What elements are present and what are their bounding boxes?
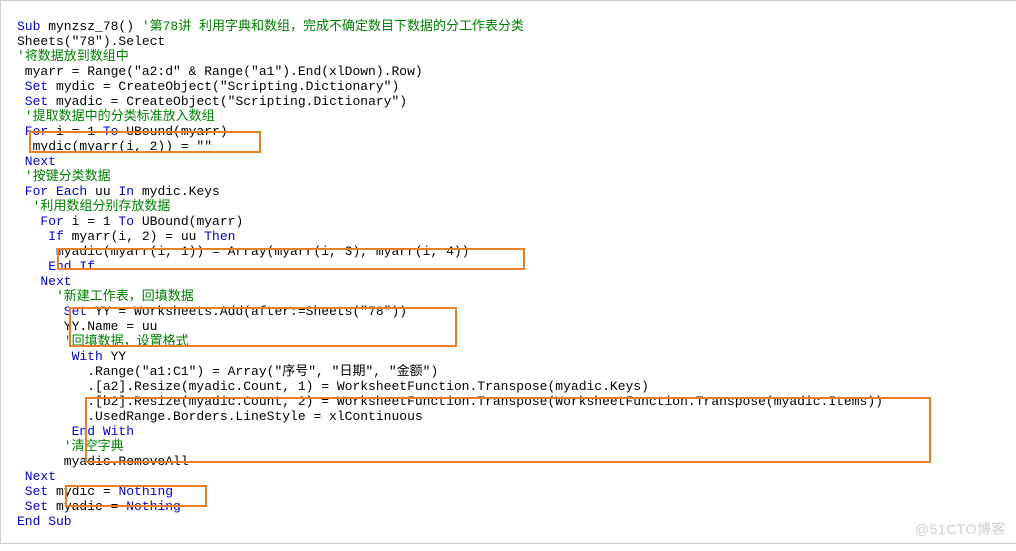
code-line: .Range("a1:C1") = Array("序号", "日期", "金额"…: [17, 364, 438, 379]
code-line: End With: [17, 424, 134, 439]
code-line: .UsedRange.Borders.LineStyle = xlContinu…: [17, 409, 423, 424]
code-line: For i = 1 To UBound(myarr): [17, 214, 243, 229]
comment: '清空字典: [17, 439, 124, 454]
comment: '新建工作表，回填数据: [17, 289, 194, 304]
code-line: .[a2].Resize(myadic.Count, 1) = Workshee…: [17, 379, 649, 394]
code-line: Next: [17, 469, 56, 484]
code-line: mydic(myarr(i, 2)) = "": [17, 139, 212, 154]
code-line: With YY: [17, 349, 126, 364]
code-line: Set mydic = Nothing: [17, 484, 173, 499]
code-line: .[b2].Resize(myadic.Count, 2) = Workshee…: [17, 394, 883, 409]
keyword-sub: Sub: [17, 19, 40, 34]
code-line: myarr = Range("a2:d" & Range("a1").End(x…: [17, 64, 423, 79]
code-line: Sub mynzsz_78() '第78讲 利用字典和数组，完成不确定数目下数据…: [17, 19, 524, 34]
code-line: If myarr(i, 2) = uu Then: [17, 229, 235, 244]
code-line: Set YY = Worksheets.Add(after:=Sheets("7…: [17, 304, 407, 319]
code-line: Set myadic = CreateObject("Scripting.Dic…: [17, 94, 407, 109]
comment: '回填数据，设置格式: [17, 334, 189, 349]
code-line: myadic.RemoveAll: [17, 454, 189, 469]
code-line: Set myadic = Nothing: [17, 499, 181, 514]
code-line: End If: [17, 259, 95, 274]
code-editor-pane: Sub mynzsz_78() '第78讲 利用字典和数组，完成不确定数目下数据…: [0, 0, 1016, 544]
code-line: Next: [17, 154, 56, 169]
code-line: For i = 1 To UBound(myarr): [17, 124, 228, 139]
comment: '将数据放到数组中: [17, 49, 129, 64]
watermark: @51CTO博客: [915, 522, 1006, 537]
comment: '利用数组分别存放数据: [17, 199, 170, 214]
code-line: Next: [17, 274, 72, 289]
comment: '按键分类数据: [17, 169, 111, 184]
code-line: Set mydic = CreateObject("Scripting.Dict…: [17, 79, 399, 94]
code-line: End Sub: [17, 514, 72, 529]
comment: '提取数据中的分类标准放入数组: [17, 109, 215, 124]
code-line: myadic(myarr(i, 1)) = Array(myarr(i, 3),…: [17, 244, 469, 259]
code-line: YY.Name = uu: [17, 319, 157, 334]
comment: '第78讲 利用字典和数组，完成不确定数目下数据的分工作表分类: [142, 19, 524, 34]
code-line: For Each uu In mydic.Keys: [17, 184, 220, 199]
code-line: Sheets("78").Select: [17, 34, 165, 49]
